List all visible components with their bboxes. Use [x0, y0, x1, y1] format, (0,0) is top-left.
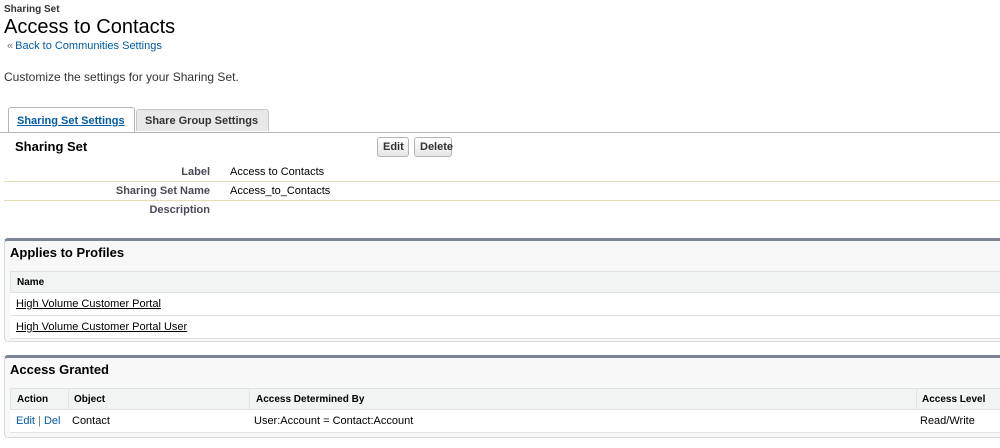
column-header-name: Name	[17, 277, 45, 288]
profile-link[interactable]: High Volume Customer Portal	[16, 298, 161, 310]
profiles-list-title: Applies to Profiles	[10, 245, 125, 260]
row-delete-link[interactable]: Del	[44, 415, 61, 427]
tab-divider	[0, 132, 1000, 133]
divider	[4, 181, 1000, 182]
action-separator: |	[38, 415, 41, 427]
double-chevron-left-icon: «	[7, 40, 14, 52]
table-row: Edit | Del Contact User:Account = Contac…	[10, 410, 1000, 433]
field-value-sharing-set-name: Access_to_Contacts	[230, 185, 331, 197]
column-separator	[68, 389, 69, 409]
profile-link[interactable]: High Volume Customer Portal User	[16, 321, 187, 333]
divider	[4, 200, 1000, 201]
field-label-description: Description	[149, 204, 210, 216]
cell-access-determined-by: User:Account = Contact:Account	[254, 415, 414, 427]
table-row: High Volume Customer Portal User	[10, 316, 1000, 339]
edit-button[interactable]: Edit	[377, 137, 409, 157]
table-row: High Volume Customer Portal	[10, 293, 1000, 316]
profiles-related-list: Applies to Profiles Name High Volume Cus…	[4, 238, 1000, 342]
column-separator	[916, 389, 917, 409]
column-header-object: Object	[74, 394, 106, 405]
tab-sharing-set-settings[interactable]: Sharing Set Settings	[8, 107, 135, 133]
field-value-label: Access to Contacts	[230, 166, 325, 178]
cell-object: Contact	[72, 415, 110, 427]
column-header-action: Action	[17, 394, 49, 405]
column-header-access-determined-by: Access Determined By	[256, 394, 365, 405]
column-header-access-level: Access Level	[922, 394, 986, 405]
back-link-label[interactable]: Back to Communities Settings	[15, 40, 162, 52]
page-description: Customize the settings for your Sharing …	[4, 70, 239, 84]
page-title: Access to Contacts	[4, 16, 176, 38]
profiles-table-header: Name	[10, 271, 1000, 293]
field-label-label: Label	[181, 166, 210, 178]
field-label-sharing-set-name: Sharing Set Name	[115, 185, 210, 197]
tab-share-group-settings[interactable]: Share Group Settings	[136, 109, 269, 131]
row-actions: Edit | Del	[16, 415, 60, 427]
delete-button[interactable]: Delete	[414, 137, 453, 157]
back-to-communities-link[interactable]: «Back to Communities Settings	[7, 40, 162, 52]
cell-access-level: Read/Write	[920, 415, 975, 427]
detail-section-title: Sharing Set	[15, 139, 88, 154]
access-list-title: Access Granted	[10, 362, 109, 377]
access-table-header: Action Object Access Determined By Acces…	[10, 388, 1000, 410]
column-separator	[249, 389, 250, 409]
access-granted-related-list: Access Granted Action Object Access Dete…	[4, 355, 1000, 438]
row-edit-link[interactable]: Edit	[16, 415, 35, 427]
